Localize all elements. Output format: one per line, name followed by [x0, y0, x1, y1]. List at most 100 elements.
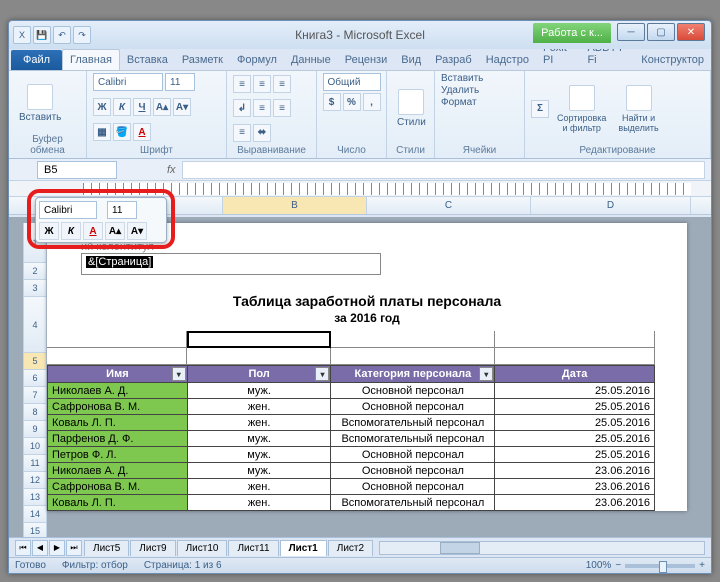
sheet-tab[interactable]: Лист10 — [177, 540, 228, 556]
align-center-button[interactable]: ≡ — [273, 99, 291, 117]
tab-formulas[interactable]: Формул — [230, 50, 284, 70]
row-header[interactable]: 10 — [23, 438, 47, 455]
table-row[interactable]: Сафронова В. М.жен.Основной персонал25.0… — [48, 399, 655, 415]
table-row[interactable]: Николаев А. Д.муж.Основной персонал25.05… — [48, 383, 655, 399]
comma-button[interactable]: , — [363, 93, 381, 111]
tab-developer[interactable]: Разраб — [428, 50, 479, 70]
excel-icon[interactable]: X — [13, 26, 31, 44]
insert-cells-button[interactable]: Вставить — [441, 73, 483, 84]
mini-font-color-button[interactable]: A — [83, 222, 103, 240]
align-left-button[interactable]: ≡ — [253, 99, 271, 117]
tab-addins[interactable]: Надстро — [479, 50, 536, 70]
row-header[interactable]: 5 — [23, 353, 47, 370]
tab-nav-first[interactable]: ⏮ — [15, 540, 31, 556]
active-cell-b5[interactable] — [187, 331, 331, 348]
name-box[interactable]: B5 — [37, 161, 117, 179]
tab-nav-next[interactable]: ▶ — [49, 540, 65, 556]
header-footer-box[interactable]: &[Страница] — [81, 253, 381, 275]
tab-data[interactable]: Данные — [284, 50, 338, 70]
qat-save-icon[interactable]: 💾 — [33, 26, 51, 44]
col-header-b[interactable]: B — [223, 197, 367, 214]
tab-review[interactable]: Рецензи — [338, 50, 395, 70]
tab-view[interactable]: Вид — [394, 50, 428, 70]
grow-font-button[interactable]: A▴ — [153, 98, 171, 116]
row-header[interactable]: 14 — [23, 506, 47, 523]
zoom-level[interactable]: 100% — [586, 560, 612, 571]
filter-dropdown-icon[interactable]: ▾ — [315, 367, 329, 381]
tab-nav-prev[interactable]: ◀ — [32, 540, 48, 556]
filter-dropdown-icon[interactable]: ▾ — [479, 367, 493, 381]
row-header[interactable]: 2 — [23, 263, 47, 280]
row-header[interactable]: 6 — [23, 370, 47, 387]
th-gender[interactable]: Пол▾ — [187, 366, 331, 383]
sort-filter-button[interactable]: Сортировка и фильтр — [553, 83, 610, 135]
zoom-out-button[interactable]: − — [615, 560, 621, 571]
table-row[interactable]: Парфенов Д. Ф.муж.Вспомогательный персон… — [48, 431, 655, 447]
mini-bold-button[interactable]: Ж — [39, 222, 59, 240]
styles-button[interactable]: Стили — [393, 87, 430, 130]
table-row[interactable]: Николаев А. Д.муж.Основной персонал23.06… — [48, 463, 655, 479]
mini-grow-font-button[interactable]: A▴ — [105, 222, 125, 240]
paste-button[interactable]: Вставить — [15, 82, 65, 125]
row-header[interactable]: 4 — [23, 297, 47, 353]
underline-button[interactable]: Ч — [133, 98, 151, 116]
worksheet-area[interactable]: 123456789101112131415 ий колонтитул &[Ст… — [9, 217, 711, 549]
tab-home[interactable]: Главная — [62, 49, 120, 70]
number-format-select[interactable]: Общий — [323, 73, 381, 91]
tab-layout[interactable]: Разметк — [175, 50, 230, 70]
horizontal-scrollbar[interactable] — [379, 541, 705, 555]
row-header[interactable]: 11 — [23, 455, 47, 472]
maximize-button[interactable]: ▢ — [647, 23, 675, 41]
delete-cells-button[interactable]: Удалить — [441, 85, 479, 96]
percent-button[interactable]: % — [343, 93, 361, 111]
font-size-select[interactable]: 11 — [165, 73, 195, 91]
sheet-tab[interactable]: Лист1 — [280, 540, 327, 556]
fx-label[interactable]: fx — [167, 164, 176, 176]
zoom-slider[interactable] — [625, 564, 695, 568]
border-button[interactable]: ▦ — [93, 123, 111, 141]
close-button[interactable]: ✕ — [677, 23, 705, 41]
mini-font-name[interactable]: Calibri — [39, 201, 97, 219]
tab-design[interactable]: Конструктор — [634, 50, 711, 70]
sheet-tab[interactable]: Лист2 — [328, 540, 373, 556]
merge-button[interactable]: ⬌ — [253, 124, 271, 142]
row-header[interactable]: 13 — [23, 489, 47, 506]
row-header[interactable]: 9 — [23, 421, 47, 438]
formula-bar[interactable] — [182, 161, 705, 179]
font-name-select[interactable]: Calibri — [93, 73, 163, 91]
align-top-button[interactable]: ≡ — [233, 75, 251, 93]
align-bottom-button[interactable]: ≡ — [273, 75, 291, 93]
tab-nav-last[interactable]: ⏭ — [66, 540, 82, 556]
font-color-button[interactable]: A — [133, 123, 151, 141]
tab-insert[interactable]: Вставка — [120, 50, 175, 70]
format-cells-button[interactable]: Формат — [441, 97, 477, 108]
sheet-tab[interactable]: Лист5 — [84, 540, 129, 556]
autosum-button[interactable]: Σ — [531, 100, 549, 118]
align-middle-button[interactable]: ≡ — [253, 75, 271, 93]
table-row[interactable]: Коваль Л. П.жен.Вспомогательный персонал… — [48, 495, 655, 511]
table-row[interactable]: Коваль Л. П.жен.Вспомогательный персонал… — [48, 415, 655, 431]
sheet-tab[interactable]: Лист11 — [228, 540, 278, 556]
fill-color-button[interactable]: 🪣 — [113, 123, 131, 141]
mini-shrink-font-button[interactable]: A▾ — [127, 222, 147, 240]
row-header[interactable]: 8 — [23, 404, 47, 421]
minimize-button[interactable]: ─ — [617, 23, 645, 41]
th-name[interactable]: Имя▾ — [48, 366, 188, 383]
mini-font-size[interactable]: 11 — [107, 201, 137, 219]
filter-dropdown-icon[interactable]: ▾ — [172, 367, 186, 381]
qat-undo-icon[interactable]: ↶ — [53, 26, 71, 44]
italic-button[interactable]: К — [113, 98, 131, 116]
col-header-d[interactable]: D — [531, 197, 691, 214]
align-right-button[interactable]: ≡ — [233, 124, 251, 142]
th-category[interactable]: Категория персонала▾ — [331, 366, 495, 383]
shrink-font-button[interactable]: A▾ — [173, 98, 191, 116]
mini-italic-button[interactable]: К — [61, 222, 81, 240]
file-tab[interactable]: Файл — [11, 50, 62, 70]
col-header-c[interactable]: C — [367, 197, 531, 214]
qat-redo-icon[interactable]: ↷ — [73, 26, 91, 44]
find-select-button[interactable]: Найти и выделить — [614, 83, 662, 135]
wrap-text-button[interactable]: ↲ — [233, 99, 251, 117]
table-row[interactable]: Петров Ф. Л.муж.Основной персонал25.05.2… — [48, 447, 655, 463]
currency-button[interactable]: $ — [323, 93, 341, 111]
row-header[interactable]: 3 — [23, 280, 47, 297]
